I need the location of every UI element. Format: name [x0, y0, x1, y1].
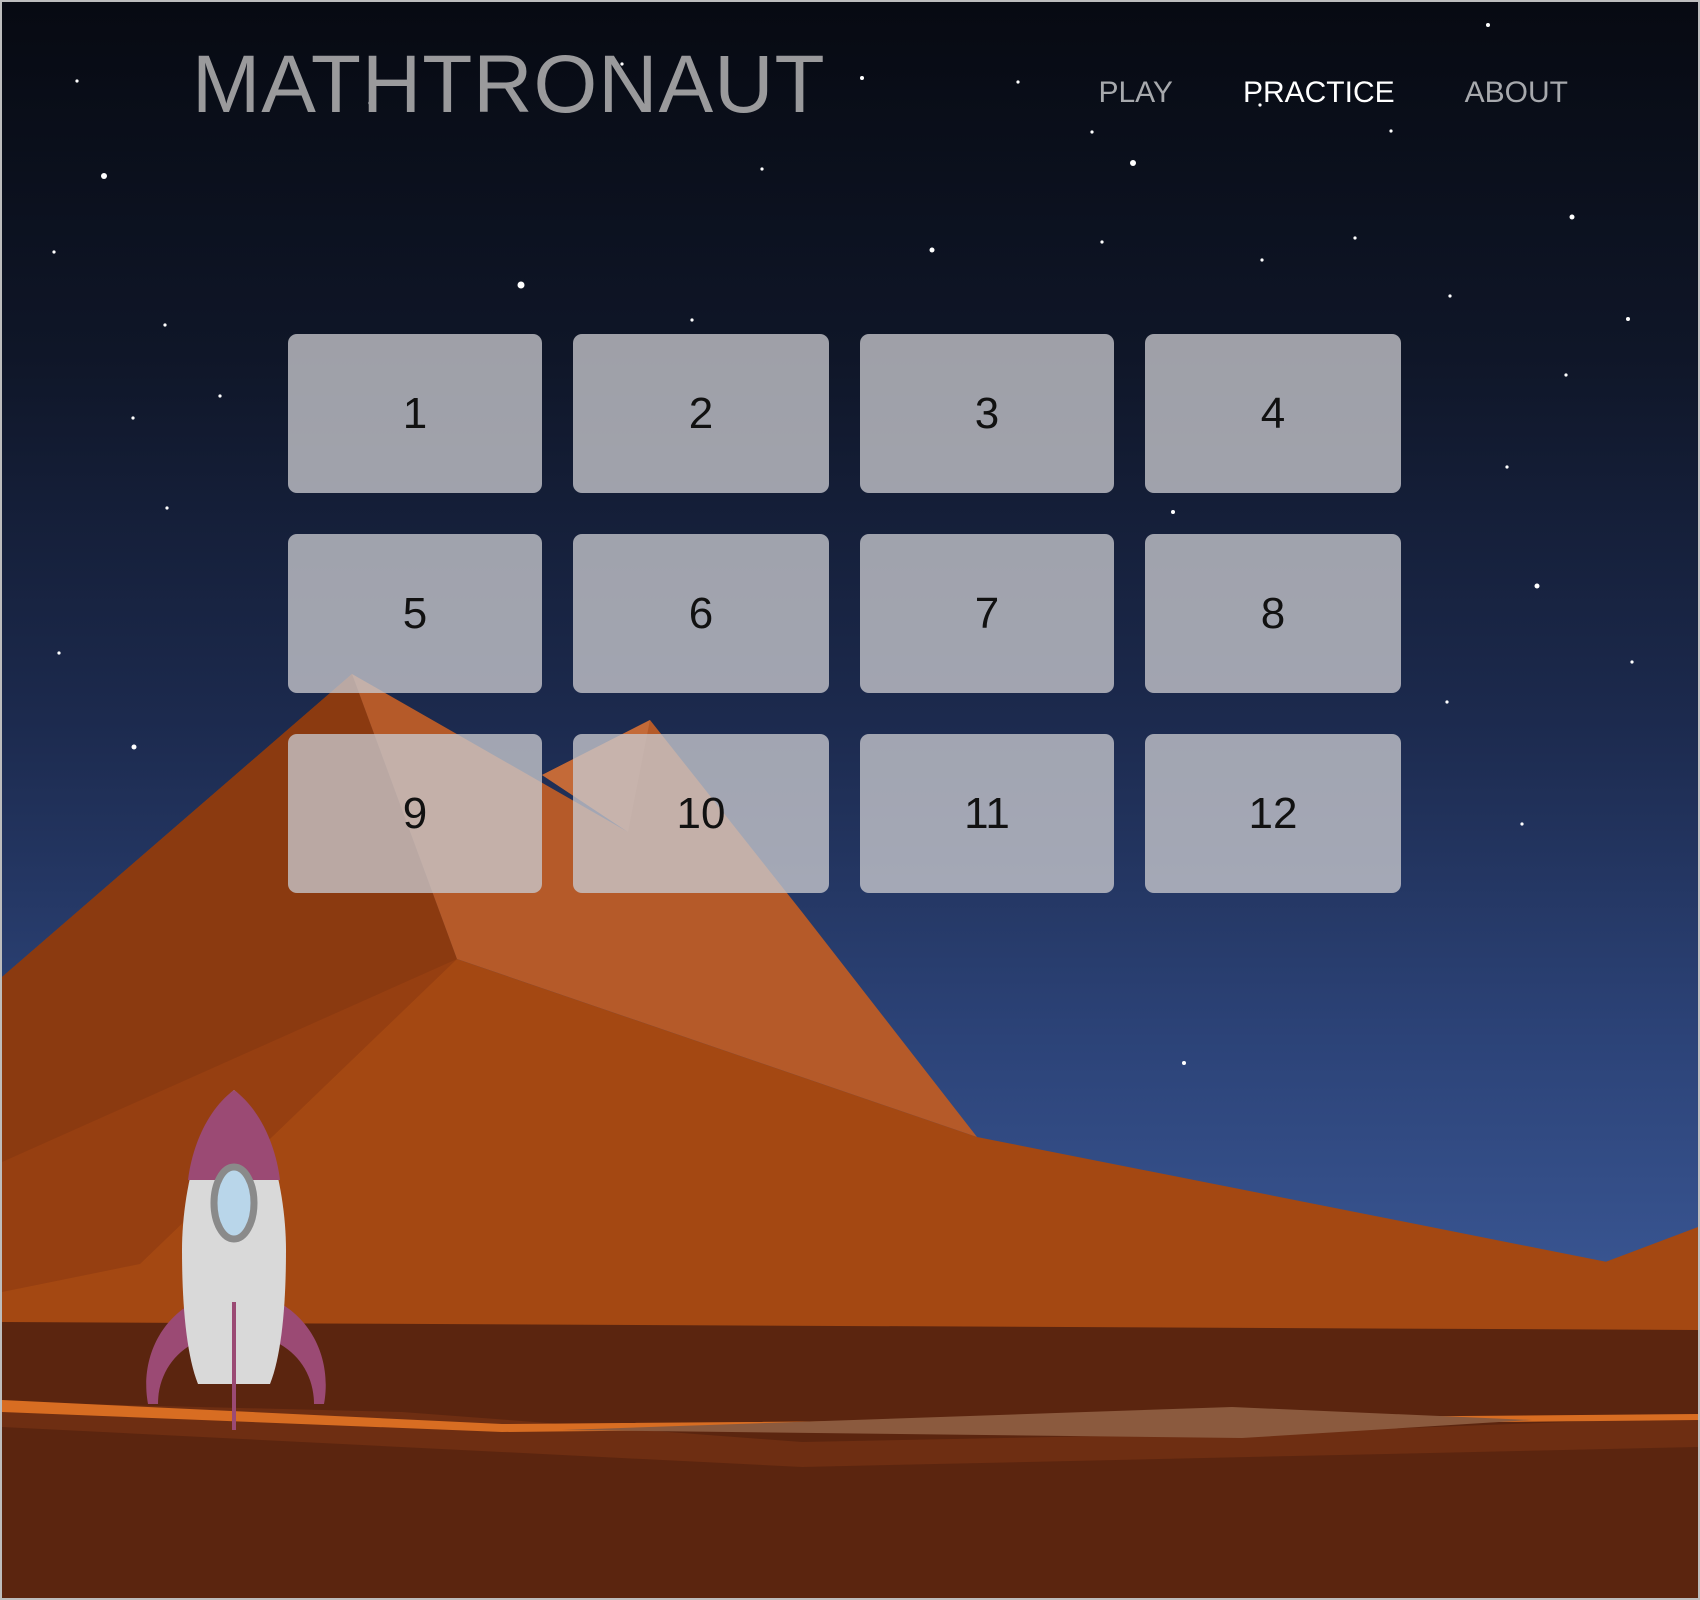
level-button[interactable]: 2	[573, 334, 829, 493]
app-window: MATHTRONAUT PLAY PRACTICE ABOUT 1 2 3 4 …	[0, 0, 1700, 1600]
level-button[interactable]: 8	[1145, 534, 1401, 693]
level-button[interactable]: 11	[860, 734, 1114, 893]
level-button[interactable]: 6	[573, 534, 829, 693]
level-button[interactable]: 5	[288, 534, 542, 693]
app-logo[interactable]: MATHTRONAUT	[192, 44, 826, 126]
level-button[interactable]: 3	[860, 334, 1114, 493]
level-button[interactable]: 1	[288, 334, 542, 493]
level-button[interactable]: 12	[1145, 734, 1401, 893]
nav-about[interactable]: ABOUT	[1465, 78, 1568, 108]
level-button[interactable]: 7	[860, 534, 1114, 693]
level-button[interactable]: 10	[573, 734, 829, 893]
level-button[interactable]: 9	[288, 734, 542, 893]
nav-play[interactable]: PLAY	[1098, 78, 1173, 108]
level-button[interactable]: 4	[1145, 334, 1401, 493]
header: MATHTRONAUT PLAY PRACTICE ABOUT	[2, 2, 1698, 192]
level-grid: 1 2 3 4 5 6 7 8 9 10 11 12	[288, 334, 1401, 893]
nav-practice[interactable]: PRACTICE	[1243, 78, 1395, 108]
main-nav: PLAY PRACTICE ABOUT	[1028, 78, 1568, 108]
